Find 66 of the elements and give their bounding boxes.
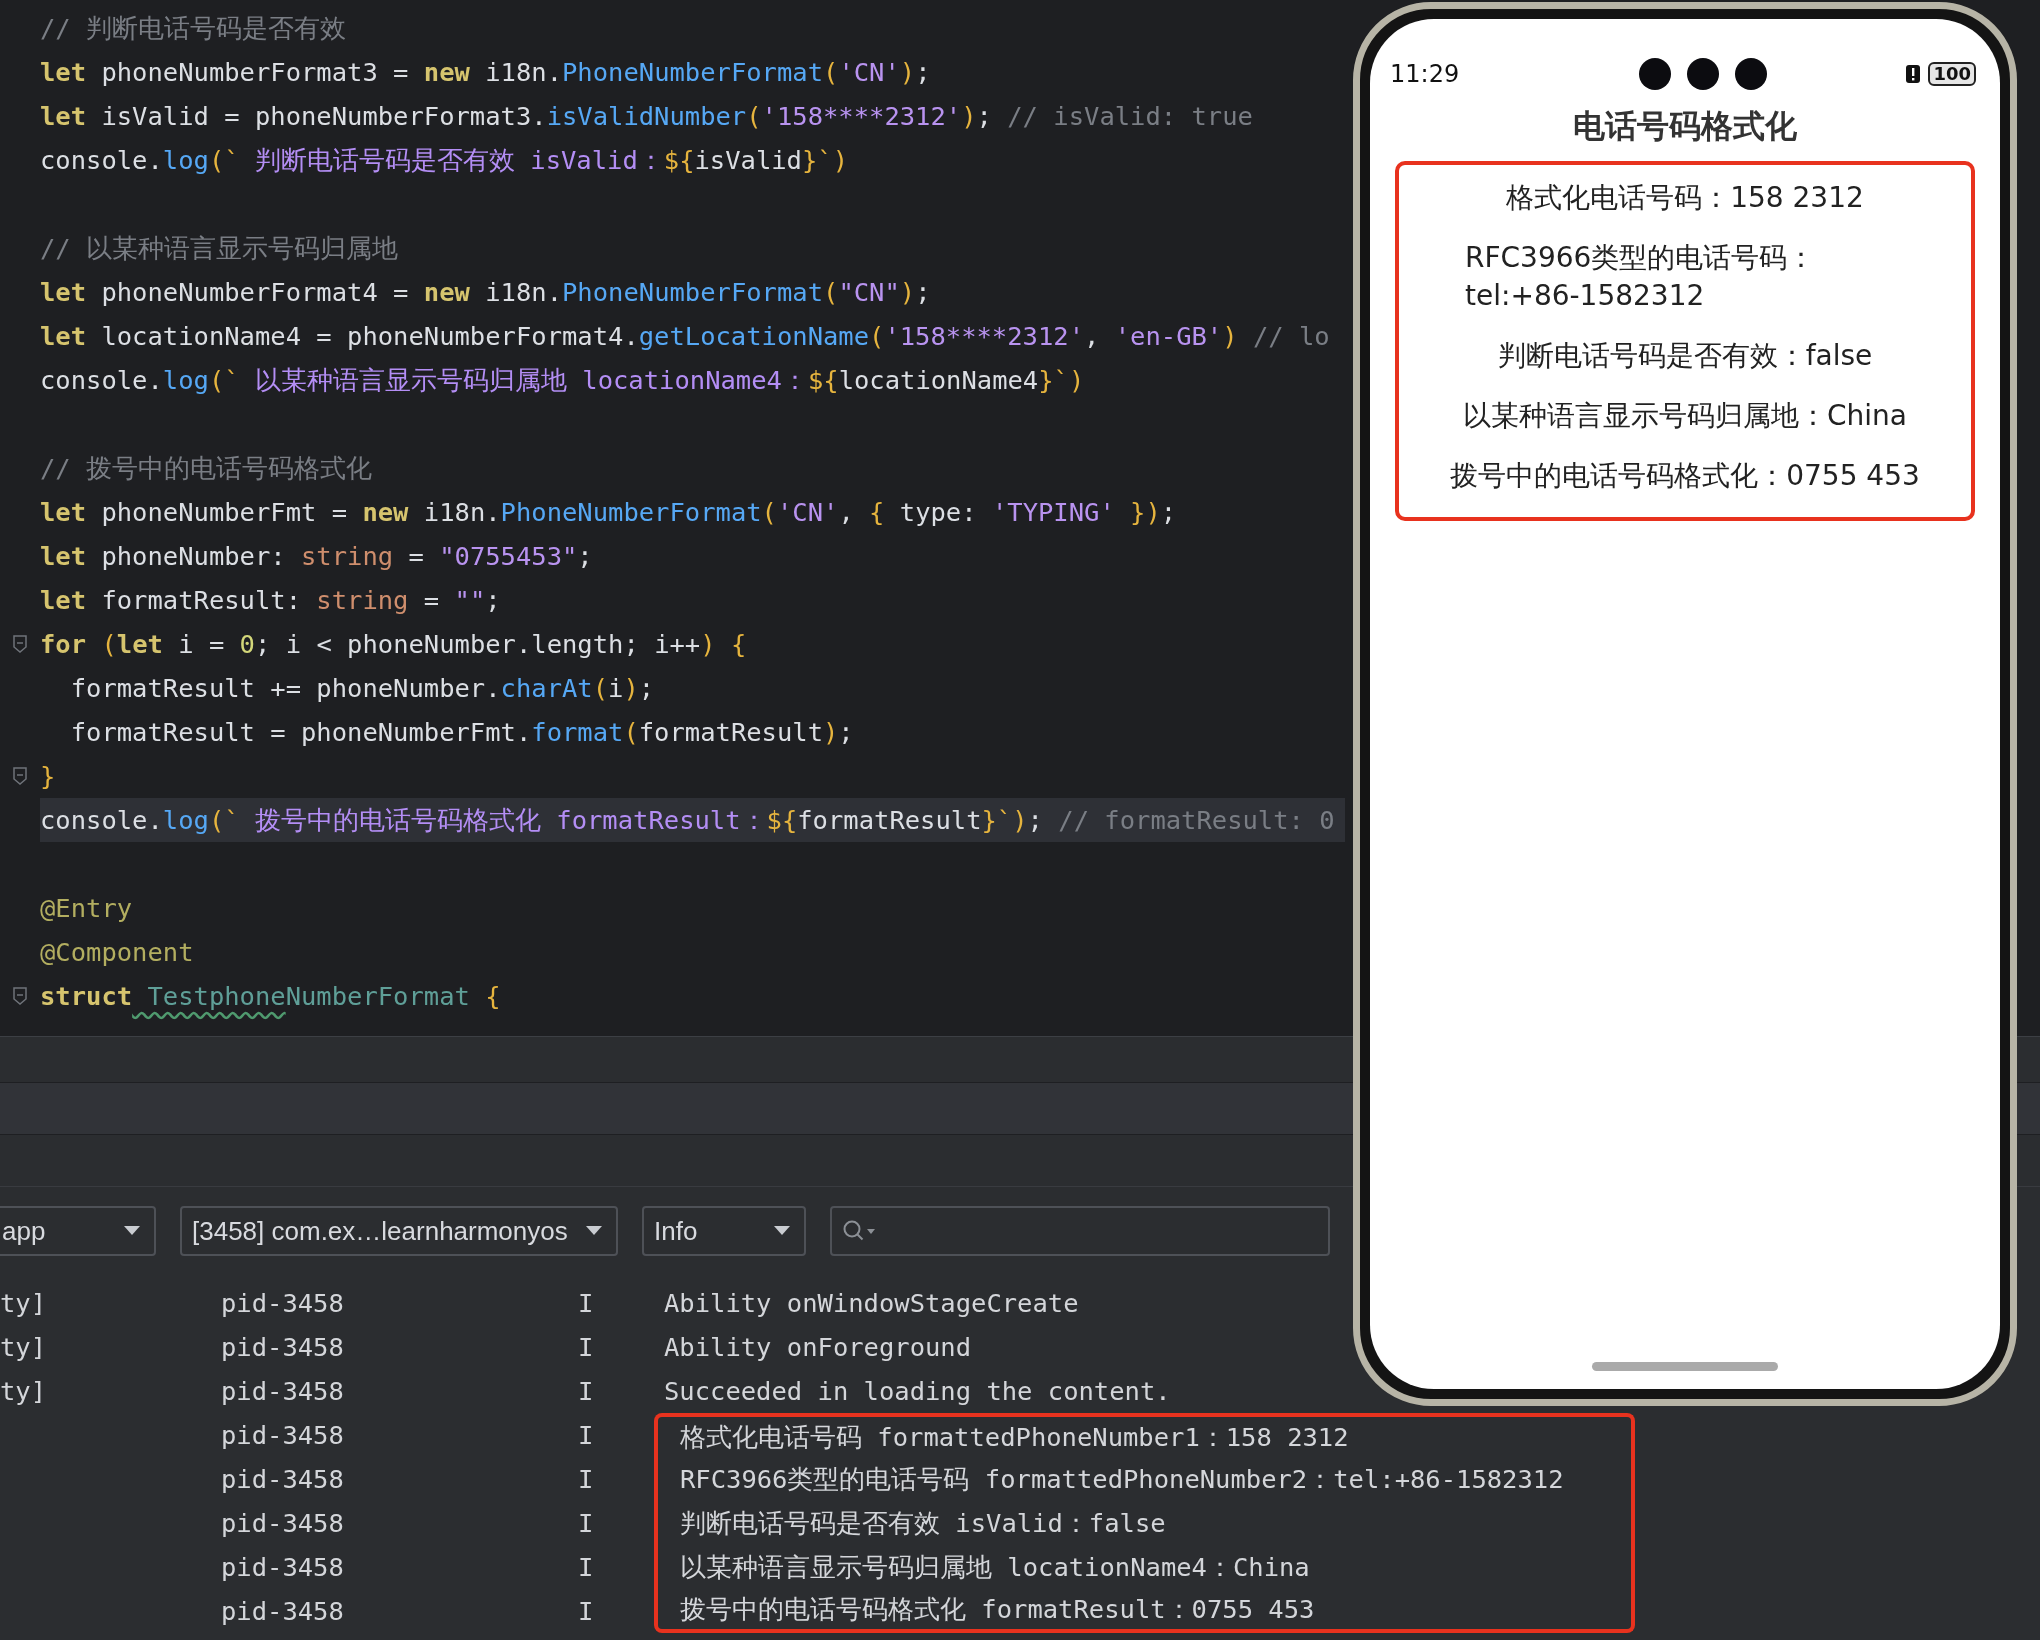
code-line: formatResult += phoneNumber.charAt(i); [69, 672, 656, 705]
log-pid: pid-3458 [221, 1376, 344, 1406]
result-text: 格式化电话号码：158 2312 [1506, 180, 1864, 216]
result-text: 拨号中的电话号码格式化：0755 453 [1450, 458, 1920, 494]
log-message: 拨号中的电话号码格式化 formatResult：0755 453 [680, 1592, 1315, 1626]
code-line: console.log(` 以某种语言显示号码归属地 locationName4：${locationName4}`) [40, 364, 1086, 397]
result-text: 判断电话号码是否有效：false [1497, 338, 1873, 374]
search-field[interactable] [830, 1206, 1330, 1256]
battery-indicator: 100 [1928, 62, 1976, 86]
code-line: @Component [40, 936, 195, 969]
code-line: let locationName4 = phoneNumberFormat4.getLocationName('158****2312', 'en-GB') // lo [40, 320, 1331, 353]
code-line: struct TestphoneNumberFormat { [40, 980, 502, 1013]
caret-icon [774, 1226, 790, 1236]
caret-icon [124, 1226, 140, 1236]
fold-icon[interactable] [13, 987, 27, 1005]
code-line: for (let i = 0; i < phoneNumber.length; i++) { [40, 628, 748, 661]
code-line: let isValid = phoneNumberFormat3.isValidNumber('158****2312'); // isValid: true [40, 100, 1254, 133]
code-line: let formatResult: string = ""; [40, 584, 502, 617]
log-level: I [578, 1596, 594, 1626]
log-pid: pid-3458 [221, 1420, 344, 1450]
log-level: I [578, 1332, 594, 1362]
log-message: 格式化电话号码 formattedPhoneNumber1：158 2312 [680, 1420, 1349, 1454]
log-level: I [578, 1552, 594, 1582]
fold-icon[interactable] [13, 767, 27, 785]
code-line: let phoneNumberFmt = new i18n.PhoneNumberFormat('CN', { type: 'TYPING' }); [40, 496, 1178, 529]
code-line: } [40, 760, 57, 793]
device-dropdown[interactable]: app [0, 1206, 156, 1256]
search-icon[interactable] [842, 1219, 876, 1243]
log-pid: pid-3458 [221, 1332, 344, 1362]
log-tag: ty] [0, 1288, 47, 1318]
code-line: let phoneNumber: string = "0755453"; [40, 540, 594, 573]
page-title: 电话号码格式化 [1573, 106, 1797, 147]
log-message: 判断电话号码是否有效 isValid：false [680, 1506, 1166, 1540]
code-line: // 以某种语言显示号码归属地 [40, 232, 400, 265]
log-tag: ty] [0, 1376, 47, 1406]
log-pid: pid-3458 [221, 1552, 344, 1582]
alert-icon [1906, 65, 1921, 83]
code-line: let phoneNumberFormat3 = new i18n.PhoneNumberFormat('CN'); [40, 56, 932, 89]
caret-icon [586, 1226, 602, 1236]
log-message: RFC3966类型的电话号码 formattedPhoneNumber2：tel:+86-1582312 [680, 1462, 1564, 1496]
log-pid: pid-3458 [221, 1596, 344, 1626]
code-line: formatResult = phoneNumberFmt.format(formatResult); [69, 716, 855, 749]
log-message: Succeeded in loading the content. [664, 1376, 1171, 1406]
log-level: I [578, 1508, 594, 1538]
log-pid: pid-3458 [221, 1508, 344, 1538]
log-level: I [578, 1464, 594, 1494]
code-line: let phoneNumberFormat4 = new i18n.PhoneNumberFormat("CN"); [40, 276, 932, 309]
log-level: I [578, 1288, 594, 1318]
process-dropdown[interactable]: [3458] com.ex…learnharmonyos [180, 1206, 618, 1256]
log-level: I [578, 1376, 594, 1406]
log-message: 以某种语言显示号码归属地 locationName4：China [680, 1550, 1310, 1584]
log-message: Ability onForeground [664, 1332, 972, 1362]
log-pid: pid-3458 [221, 1288, 344, 1318]
log-pid: pid-3458 [221, 1464, 344, 1494]
status-time: 11:29 [1390, 60, 1460, 88]
log-message: Ability onWindowStageCreate [664, 1288, 1079, 1318]
code-line: @Entry [40, 892, 134, 925]
log-level-dropdown[interactable]: Info [642, 1206, 806, 1256]
code-line: // 拨号中的电话号码格式化 [40, 452, 374, 485]
log-tag: ty] [0, 1332, 47, 1362]
result-text: 以某种语言显示号码归属地：China [1463, 398, 1907, 434]
fold-icon[interactable] [13, 635, 27, 653]
result-text: RFC3966类型的电话号码：tel:+86-1582312 [1465, 240, 1817, 314]
code-line: console.log(` 判断电话号码是否有效 isValid：${isValid}`) [40, 144, 850, 177]
code-line: // 判断电话号码是否有效 [40, 12, 348, 45]
log-level: I [578, 1420, 594, 1450]
